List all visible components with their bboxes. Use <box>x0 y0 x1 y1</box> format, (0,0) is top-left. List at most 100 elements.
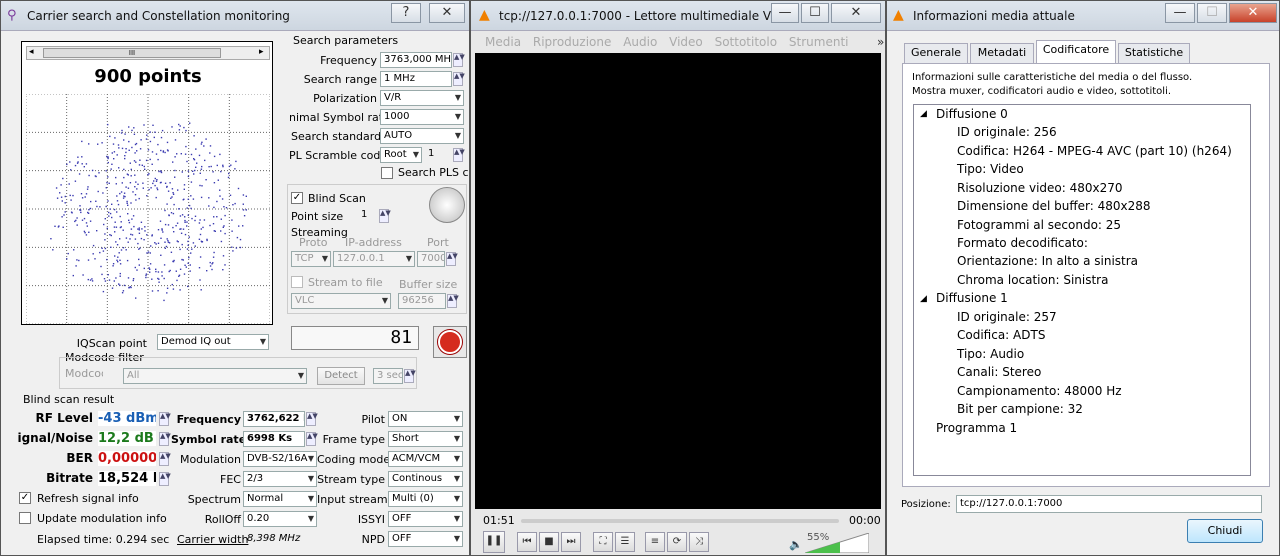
constellation-point <box>134 194 137 196</box>
pilot-select[interactable]: ON ▼ <box>388 411 463 427</box>
previous-button[interactable]: ⏮ <box>517 532 537 552</box>
vlc-minimize-button[interactable]: — <box>771 3 799 23</box>
input-stream-select[interactable]: Multi (0) ▼ <box>388 491 463 507</box>
extended-settings-button[interactable]: ☰ <box>615 532 635 552</box>
iqscan-select[interactable]: Demod IQ out ▼ <box>157 334 269 350</box>
info-close-button[interactable]: ✕ <box>1229 3 1277 23</box>
bitrate-spin[interactable]: ▲▼ <box>159 472 171 486</box>
stream-0-node[interactable]: Diffusione 0 <box>936 107 1008 121</box>
constellation-point <box>119 272 121 275</box>
menu-video[interactable]: Video <box>669 35 703 49</box>
fec-select[interactable]: 2/3 ▼ <box>243 471 317 487</box>
stop-button[interactable] <box>433 326 467 358</box>
refresh-signal-checkbox[interactable]: ✓ <box>19 492 31 504</box>
vlc-close-button[interactable]: ✕ <box>831 3 881 23</box>
menu-more[interactable]: » <box>877 31 884 53</box>
chevron-down-icon: ▼ <box>453 514 460 523</box>
point-size-spin[interactable]: ▲▼ <box>379 209 391 223</box>
pl-scramble-spin[interactable]: ▲▼ <box>453 148 465 162</box>
frequency-spin[interactable]: ▲▼ <box>453 53 465 67</box>
search-range-spin[interactable]: ▲▼ <box>453 72 465 86</box>
constellation-point <box>143 124 145 126</box>
scroll-right-icon[interactable]: ▸ <box>259 47 264 57</box>
pl-scramble-select[interactable]: Root ▼ <box>380 147 422 163</box>
menu-media[interactable]: Media <box>485 35 521 49</box>
program-node[interactable]: Programma 1 <box>936 421 1017 435</box>
constellation-point <box>81 140 83 143</box>
spectrum-select[interactable]: Normal ▼ <box>243 491 317 507</box>
menu-audio[interactable]: Audio <box>623 35 657 49</box>
close-button[interactable]: ✕ <box>429 3 465 23</box>
play-pause-button[interactable]: ❚❚ <box>483 531 505 553</box>
fullscreen-button[interactable]: ⛶ <box>593 532 613 552</box>
stop-playback-button[interactable]: ■ <box>539 532 559 552</box>
symbol-rate-select[interactable]: 1000 ▼ <box>380 109 464 125</box>
symbol-result-spin[interactable]: ▲▼ <box>306 432 318 446</box>
point-size-input[interactable]: 1 <box>358 208 378 224</box>
update-modulation-checkbox[interactable] <box>19 512 31 524</box>
constellation-point <box>188 236 190 238</box>
tab-statistiche[interactable]: Statistiche <box>1118 43 1190 63</box>
rf-level-spin[interactable]: ▲▼ <box>159 412 171 426</box>
playlist-button[interactable]: ≡ <box>645 532 665 552</box>
snr-spin[interactable]: ▲▼ <box>159 432 171 446</box>
modulation-label: Modulation <box>179 453 241 466</box>
search-pls-checkbox[interactable] <box>381 167 393 179</box>
ip-select[interactable]: 127.0.0.1 ▼ <box>333 251 415 267</box>
pl-scramble-code-input[interactable]: 1 <box>425 147 452 163</box>
next-button[interactable]: ⏭ <box>561 532 581 552</box>
tab-metadati[interactable]: Metadati <box>970 43 1034 63</box>
menu-sottotitolo[interactable]: Sottotitolo <box>715 35 777 49</box>
tree-expand-icon[interactable]: ◢ <box>920 294 927 304</box>
tree-expand-icon[interactable]: ◢ <box>920 109 927 119</box>
issyi-select[interactable]: OFF ▼ <box>388 511 463 527</box>
detect-time-select[interactable]: 3 sec <box>373 368 403 384</box>
scroll-left-icon[interactable]: ◂ <box>29 47 34 57</box>
port-spin[interactable]: ▲▼ <box>446 252 458 266</box>
video-area[interactable] <box>475 53 881 509</box>
proto-select[interactable]: TCP ▼ <box>291 251 331 267</box>
tab-generale[interactable]: Generale <box>904 43 968 63</box>
freq-result-spin[interactable]: ▲▼ <box>306 412 318 426</box>
scroll-thumb[interactable]: III <box>43 48 221 58</box>
search-range-input[interactable]: 1 MHz <box>380 71 452 87</box>
stream-type-select[interactable]: Continous ▼ <box>388 471 463 487</box>
chiudi-button[interactable]: Chiudi <box>1187 519 1263 543</box>
tab-codificatore[interactable]: Codificatore <box>1036 40 1116 64</box>
rolloff-select[interactable]: 0.20 ▼ <box>243 511 317 527</box>
stream-1-node[interactable]: Diffusione 1 <box>936 291 1008 305</box>
constellation-point <box>146 252 148 254</box>
coding-mode-select[interactable]: ACM/VCM ▼ <box>388 451 463 467</box>
modcode-select[interactable]: All ▼ <box>123 368 307 384</box>
polarization-select[interactable]: V/R ▼ <box>380 90 464 106</box>
time-elapsed: 01:51 <box>483 514 515 527</box>
frequency-input[interactable]: 3763,000 MHz <box>380 52 452 68</box>
ber-spin[interactable]: ▲▼ <box>159 452 171 466</box>
modulation-select[interactable]: DVB-S2/16A ▼ <box>243 451 317 467</box>
menu-riproduzione[interactable]: Riproduzione <box>533 35 612 49</box>
port-input[interactable]: 7000 <box>417 251 445 267</box>
blind-scan-checkbox[interactable]: ✓ <box>291 192 303 204</box>
help-button[interactable]: ? <box>391 3 421 23</box>
buffer-size-input[interactable]: 96256 <box>398 293 446 309</box>
search-standard-select[interactable]: AUTO ▼ <box>380 128 464 144</box>
speaker-icon[interactable]: 🔈 <box>789 538 803 551</box>
seek-bar[interactable] <box>521 519 839 523</box>
loop-button[interactable]: ⟳ <box>667 532 687 552</box>
frame-type-select[interactable]: Short ▼ <box>388 431 463 447</box>
vlc-maximize-button[interactable]: ☐ <box>801 3 829 23</box>
volume-slider[interactable] <box>805 533 869 553</box>
horizontal-scrollbar[interactable]: ◂ III ▸ <box>26 46 270 60</box>
info-maximize-button[interactable]: ☐ <box>1197 3 1227 23</box>
menu-strumenti[interactable]: Strumenti <box>789 35 849 49</box>
buffer-size-spin[interactable]: ▲▼ <box>447 294 459 308</box>
info-minimize-button[interactable]: — <box>1165 3 1195 23</box>
player-select[interactable]: VLC ▼ <box>291 293 391 309</box>
position-input[interactable]: tcp://127.0.0.1:7000 <box>956 495 1262 513</box>
detect-button[interactable]: Detect <box>317 367 365 385</box>
shuffle-button[interactable]: ⤨ <box>689 532 709 552</box>
detect-time-spin[interactable]: ▲▼ <box>404 369 416 383</box>
stream-file-checkbox[interactable] <box>291 276 303 288</box>
constellation-point <box>175 225 177 227</box>
npd-select[interactable]: OFF ▼ <box>388 531 463 547</box>
